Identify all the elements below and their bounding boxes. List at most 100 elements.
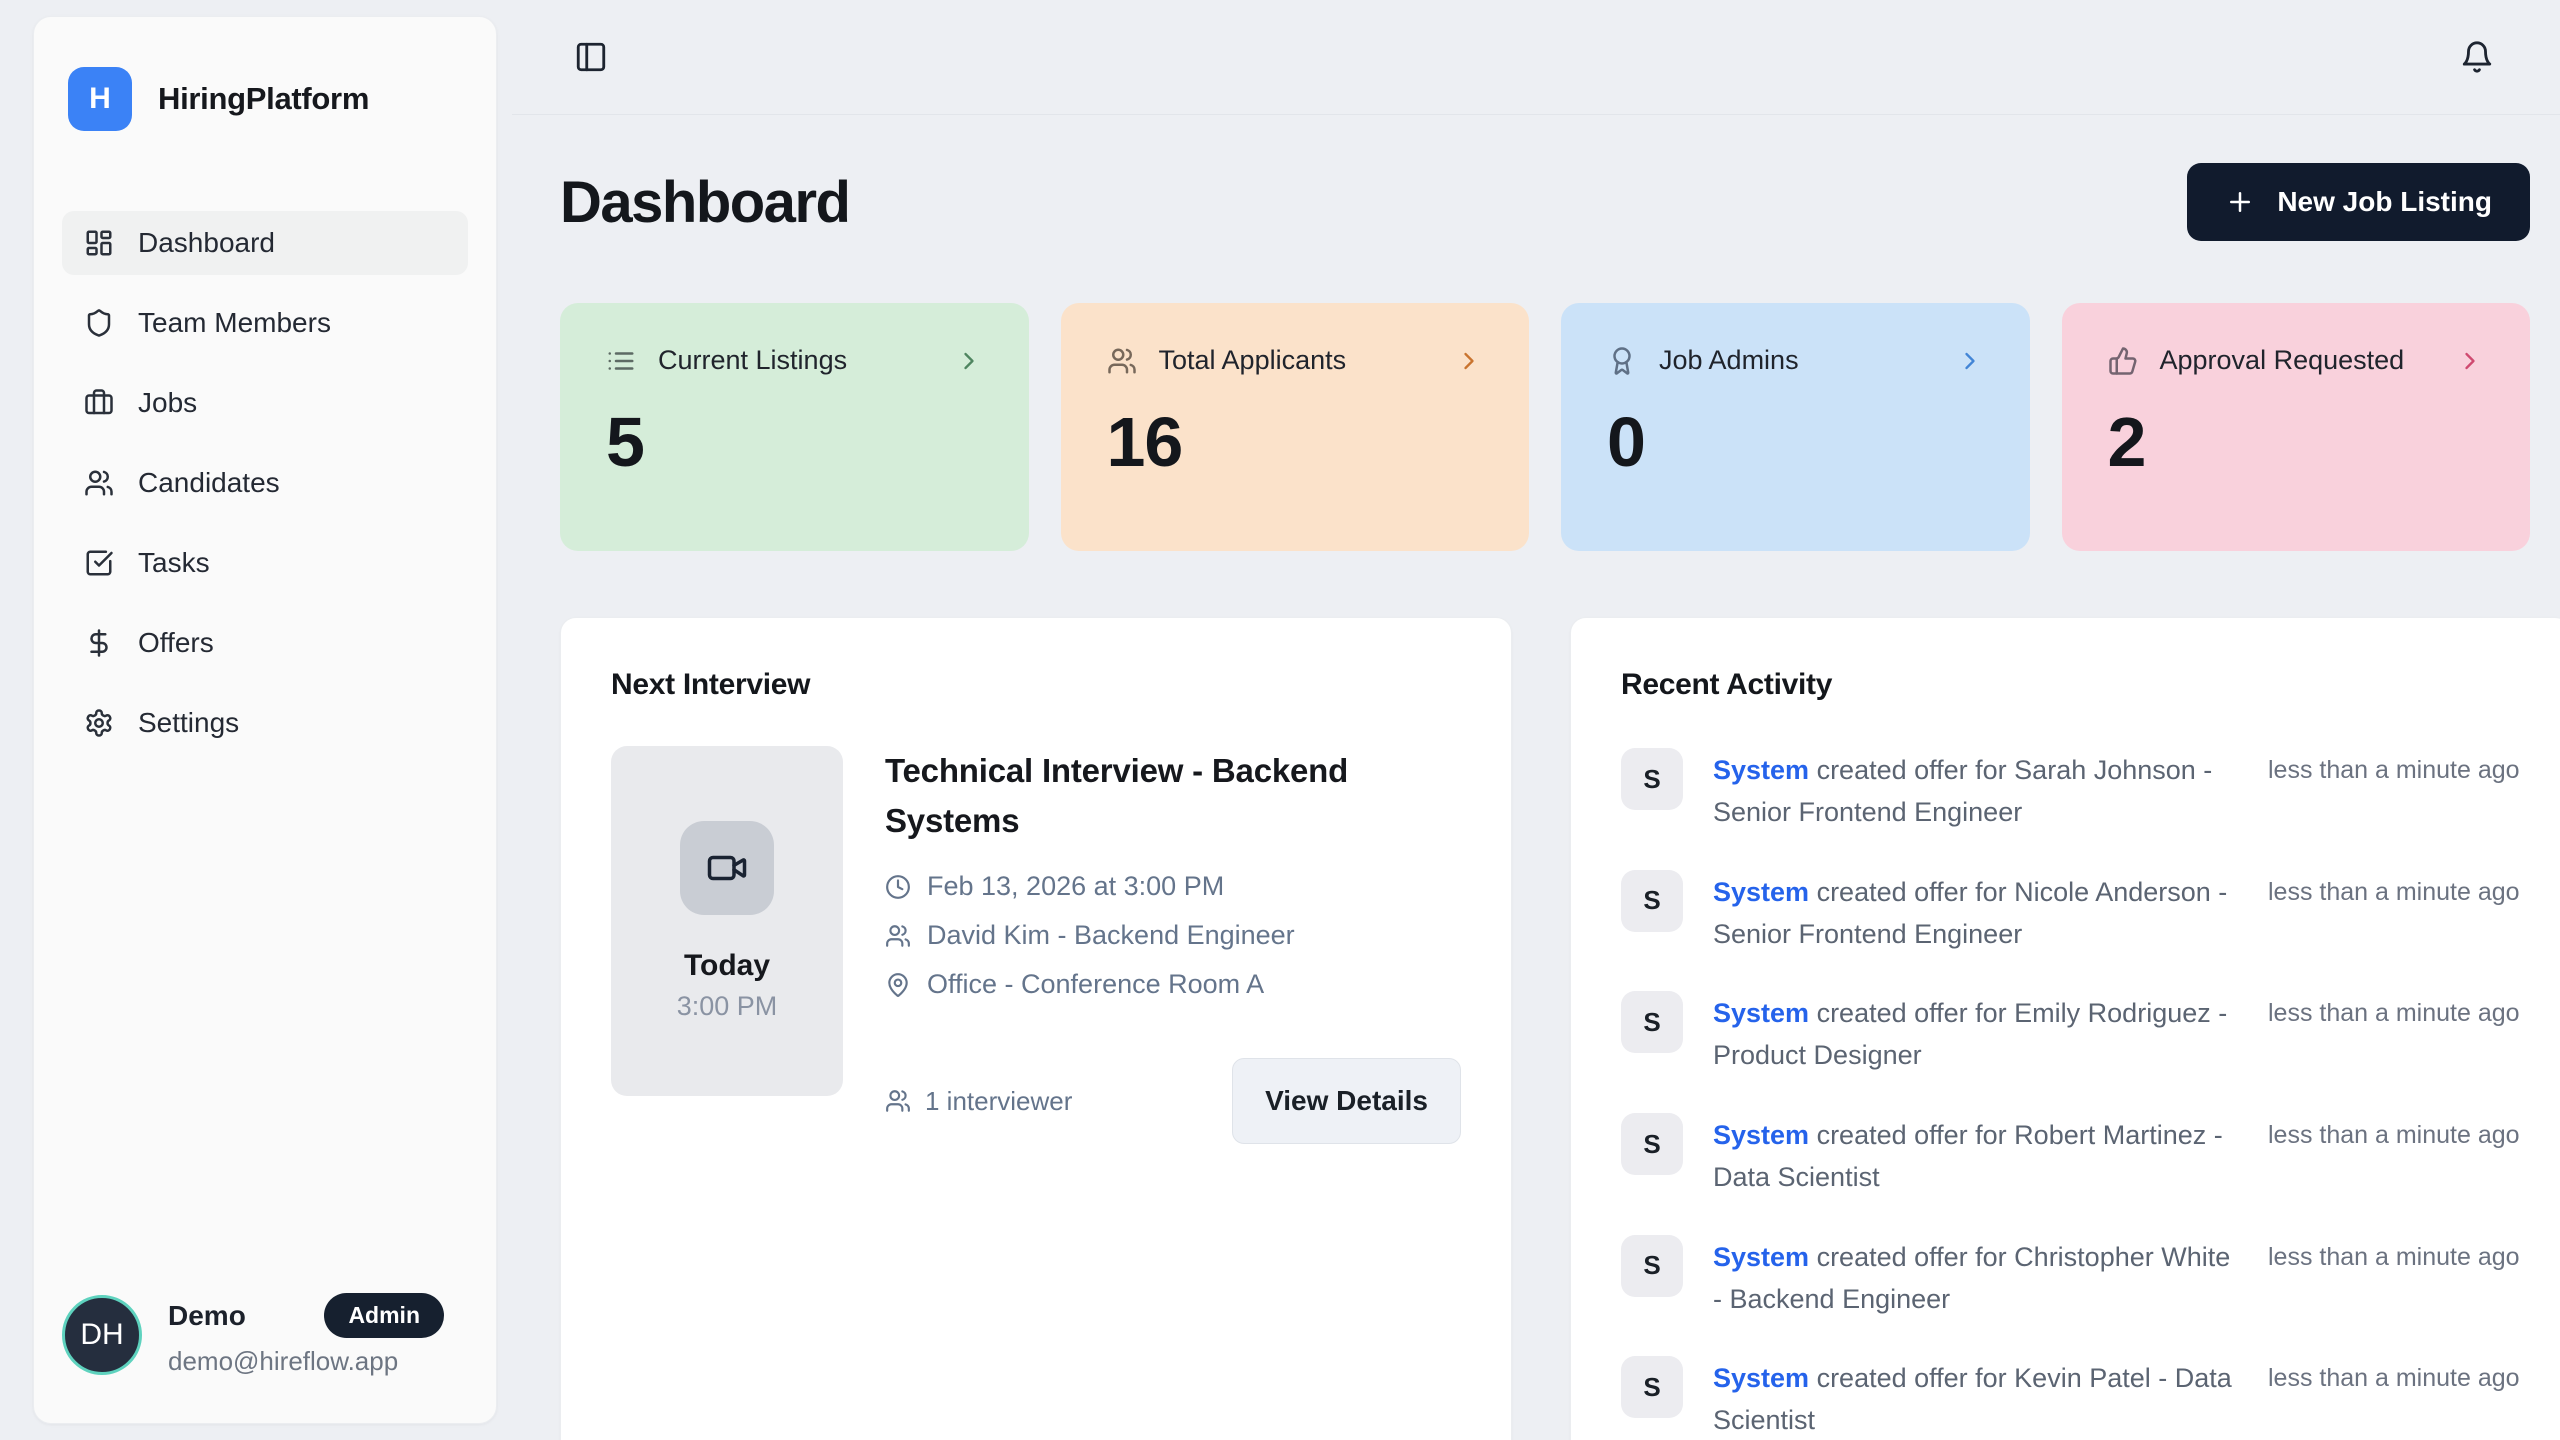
- sidebar-item-tasks[interactable]: Tasks: [62, 531, 468, 595]
- avatar: DH: [62, 1295, 142, 1375]
- sidebar-item-label: Team Members: [138, 307, 331, 339]
- next-interview-panel: Next Interview Today 3:00 PM Technical I…: [560, 617, 1512, 1440]
- sidebar-item-offers[interactable]: Offers: [62, 611, 468, 675]
- chevron-right-icon: [1956, 347, 1984, 375]
- stat-label: Total Applicants: [1159, 345, 1347, 376]
- sidebar-item-label: Dashboard: [138, 227, 275, 259]
- users-icon: [885, 923, 911, 949]
- award-icon: [1607, 346, 1637, 376]
- dollar-icon: [84, 628, 114, 658]
- activity-actor[interactable]: System: [1713, 1120, 1809, 1150]
- new-job-listing-button[interactable]: New Job Listing: [2187, 163, 2530, 241]
- stats-row: Current Listings 5 Total Applicants: [560, 303, 2530, 551]
- list-icon: [606, 346, 636, 376]
- interview-date-tile: Today 3:00 PM: [611, 746, 843, 1096]
- chevron-right-icon: [955, 347, 983, 375]
- recent-activity-panel: Recent Activity S System created offer f…: [1570, 617, 2560, 1440]
- activity-actor[interactable]: System: [1713, 755, 1809, 785]
- page-title: Dashboard: [560, 169, 849, 236]
- stat-card-job-admins[interactable]: Job Admins 0: [1561, 303, 2030, 551]
- activity-item: S System created offer for Kevin Patel -…: [1621, 1356, 2520, 1440]
- user-profile[interactable]: DH Demo Admin demo@hireflow.app: [34, 1293, 496, 1377]
- stat-label: Job Admins: [1659, 345, 1799, 376]
- users-icon: [1107, 346, 1137, 376]
- plus-icon: [2225, 187, 2255, 217]
- user-email: demo@hireflow.app: [168, 1346, 468, 1377]
- interview-datetime-row: Feb 13, 2026 at 3:00 PM: [885, 871, 1461, 902]
- stat-value: 0: [1607, 402, 1984, 482]
- interviewer-count: 1 interviewer: [885, 1086, 1072, 1117]
- sidebar-item-label: Settings: [138, 707, 239, 739]
- activity-timestamp: less than a minute ago: [2268, 991, 2520, 1028]
- topbar: [512, 0, 2560, 115]
- notifications-button[interactable]: [2460, 40, 2494, 74]
- sidebar-item-jobs[interactable]: Jobs: [62, 371, 468, 435]
- stat-value: 16: [1107, 402, 1484, 482]
- brand-logo: H: [68, 67, 132, 131]
- recent-activity-title: Recent Activity: [1621, 668, 2520, 702]
- activity-actor[interactable]: System: [1713, 998, 1809, 1028]
- activity-item: S System created offer for Christopher W…: [1621, 1235, 2520, 1321]
- interview-datetime: Feb 13, 2026 at 3:00 PM: [927, 871, 1224, 902]
- sidebar-nav: Dashboard Team Members Jobs Candidates T…: [54, 211, 476, 755]
- activity-avatar: S: [1621, 748, 1683, 810]
- users-icon: [84, 468, 114, 498]
- stat-card-current-listings[interactable]: Current Listings 5: [560, 303, 1029, 551]
- activity-avatar: S: [1621, 1113, 1683, 1175]
- activity-actor[interactable]: System: [1713, 1363, 1809, 1393]
- briefcase-icon: [84, 388, 114, 418]
- content: Dashboard New Job Listing Current Listin…: [512, 115, 2560, 1440]
- map-pin-icon: [885, 972, 911, 998]
- sidebar-toggle-button[interactable]: [574, 40, 608, 74]
- activity-avatar: S: [1621, 991, 1683, 1053]
- next-interview-title: Next Interview: [611, 668, 1461, 702]
- activity-timestamp: less than a minute ago: [2268, 748, 2520, 785]
- role-badge: Admin: [324, 1293, 444, 1338]
- brand-name: HiringPlatform: [158, 81, 369, 117]
- clock-icon: [885, 874, 911, 900]
- user-info: Demo Admin demo@hireflow.app: [168, 1293, 468, 1377]
- sidebar-item-settings[interactable]: Settings: [62, 691, 468, 755]
- interview-location-row: Office - Conference Room A: [885, 969, 1461, 1000]
- activity-list: S System created offer for Sarah Johnson…: [1621, 748, 2520, 1440]
- activity-timestamp: less than a minute ago: [2268, 1235, 2520, 1272]
- view-details-button[interactable]: View Details: [1232, 1058, 1461, 1144]
- sidebar-item-dashboard[interactable]: Dashboard: [62, 211, 468, 275]
- user-name: Demo: [168, 1300, 246, 1332]
- shield-icon: [84, 308, 114, 338]
- interview-location: Office - Conference Room A: [927, 969, 1264, 1000]
- bell-icon: [2460, 40, 2494, 74]
- activity-actor[interactable]: System: [1713, 1242, 1809, 1272]
- main-area: Dashboard New Job Listing Current Listin…: [512, 0, 2560, 1440]
- stat-value: 5: [606, 402, 983, 482]
- activity-item: S System created offer for Nicole Anders…: [1621, 870, 2520, 956]
- video-icon: [680, 821, 774, 915]
- sidebar: H HiringPlatform Dashboard Team Members …: [33, 16, 497, 1424]
- activity-timestamp: less than a minute ago: [2268, 1356, 2520, 1393]
- stat-label: Approval Requested: [2160, 345, 2405, 376]
- sidebar-item-candidates[interactable]: Candidates: [62, 451, 468, 515]
- stat-card-approval-requested[interactable]: Approval Requested 2: [2062, 303, 2531, 551]
- chevron-right-icon: [2456, 347, 2484, 375]
- sidebar-item-label: Offers: [138, 627, 214, 659]
- stat-card-total-applicants[interactable]: Total Applicants 16: [1061, 303, 1530, 551]
- activity-actor[interactable]: System: [1713, 877, 1809, 907]
- sidebar-item-label: Candidates: [138, 467, 280, 499]
- stat-value: 2: [2108, 402, 2485, 482]
- chevron-right-icon: [1455, 347, 1483, 375]
- sidebar-item-label: Jobs: [138, 387, 197, 419]
- activity-timestamp: less than a minute ago: [2268, 1113, 2520, 1150]
- activity-avatar: S: [1621, 1235, 1683, 1297]
- interview-candidate: David Kim - Backend Engineer: [927, 920, 1295, 951]
- users-icon: [885, 1088, 911, 1114]
- sidebar-item-team-members[interactable]: Team Members: [62, 291, 468, 355]
- sidebar-item-label: Tasks: [138, 547, 210, 579]
- activity-item: S System created offer for Sarah Johnson…: [1621, 748, 2520, 834]
- activity-avatar: S: [1621, 870, 1683, 932]
- brand: H HiringPlatform: [54, 67, 476, 131]
- panel-left-icon: [574, 40, 608, 74]
- activity-avatar: S: [1621, 1356, 1683, 1418]
- gear-icon: [84, 708, 114, 738]
- check-square-icon: [84, 548, 114, 578]
- interview-day: Today: [684, 949, 770, 983]
